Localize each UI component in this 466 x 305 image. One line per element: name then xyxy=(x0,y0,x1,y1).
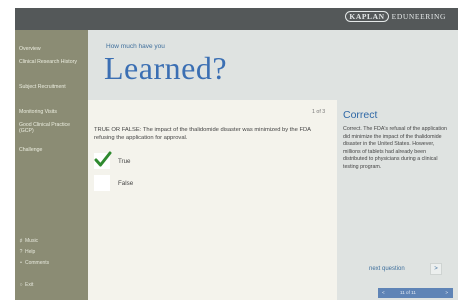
option-true-label: True xyxy=(118,158,131,165)
next-page-button[interactable]: > xyxy=(445,290,448,295)
sidebar-item-gcp[interactable]: Good Clinical Practice (GCP) xyxy=(19,122,85,134)
next-question-button[interactable]: > xyxy=(430,263,442,275)
option-false-checkbox[interactable] xyxy=(94,175,110,191)
sidebar-item-challenge[interactable]: Challenge xyxy=(19,147,85,153)
page-header: How much have you Learned? xyxy=(88,30,458,100)
music-button[interactable]: ♯ Music xyxy=(18,238,38,244)
page-title: Learned? xyxy=(104,50,228,86)
exit-label: Exit xyxy=(25,282,34,288)
option-true-checkbox[interactable] xyxy=(94,151,112,169)
option-false[interactable]: False xyxy=(94,175,204,192)
exit-button[interactable]: ○ Exit xyxy=(18,282,33,288)
page-navigator: < 11 of 11 > xyxy=(378,288,453,298)
page-indicator: 11 of 11 xyxy=(400,290,416,295)
option-true[interactable]: True xyxy=(94,151,204,170)
speaker-icon: ♯ xyxy=(19,238,23,244)
power-icon: ○ xyxy=(19,282,23,288)
help-button[interactable]: ? Help xyxy=(18,249,36,255)
feedback-panel: Correct Correct. The FDA's refusal of th… xyxy=(337,100,458,300)
brand-division: EDUNEERING xyxy=(391,12,446,21)
next-question-link[interactable]: next question xyxy=(369,266,405,272)
sidebar-item-overview[interactable]: Overview xyxy=(19,46,85,52)
question-panel: 1 of 3 TRUE OR FALSE: The impact of the … xyxy=(88,100,337,300)
feedback-title: Correct xyxy=(343,109,378,121)
brand-logo: KAPLAN EDUNEERING xyxy=(345,11,446,22)
comments-label: Comments xyxy=(25,260,50,266)
sidebar: Overview Clinical Research History Subje… xyxy=(15,30,88,300)
option-false-label: False xyxy=(118,180,134,187)
music-label: Music xyxy=(25,238,39,244)
sidebar-item-subject-recruitment[interactable]: Subject Recruitment xyxy=(19,84,85,90)
feedback-text: Correct. The FDA's refusal of the applic… xyxy=(343,126,447,170)
question-counter: 1 of 3 xyxy=(312,109,326,115)
page-subtitle: How much have you xyxy=(106,43,165,50)
help-icon: ? xyxy=(19,249,23,255)
prev-page-button[interactable]: < xyxy=(382,290,385,295)
comment-icon: • xyxy=(20,260,22,266)
help-label: Help xyxy=(25,249,36,255)
comments-button[interactable]: • Comments xyxy=(18,260,49,266)
sidebar-item-clinical-research-history[interactable]: Clinical Research History xyxy=(19,59,85,65)
sidebar-item-monitoring-visits[interactable]: Monitoring Visits xyxy=(19,109,85,115)
question-text: TRUE OR FALSE: The impact of the thalido… xyxy=(94,127,311,141)
brand-name: KAPLAN xyxy=(345,11,389,22)
checkmark-icon xyxy=(94,151,112,167)
